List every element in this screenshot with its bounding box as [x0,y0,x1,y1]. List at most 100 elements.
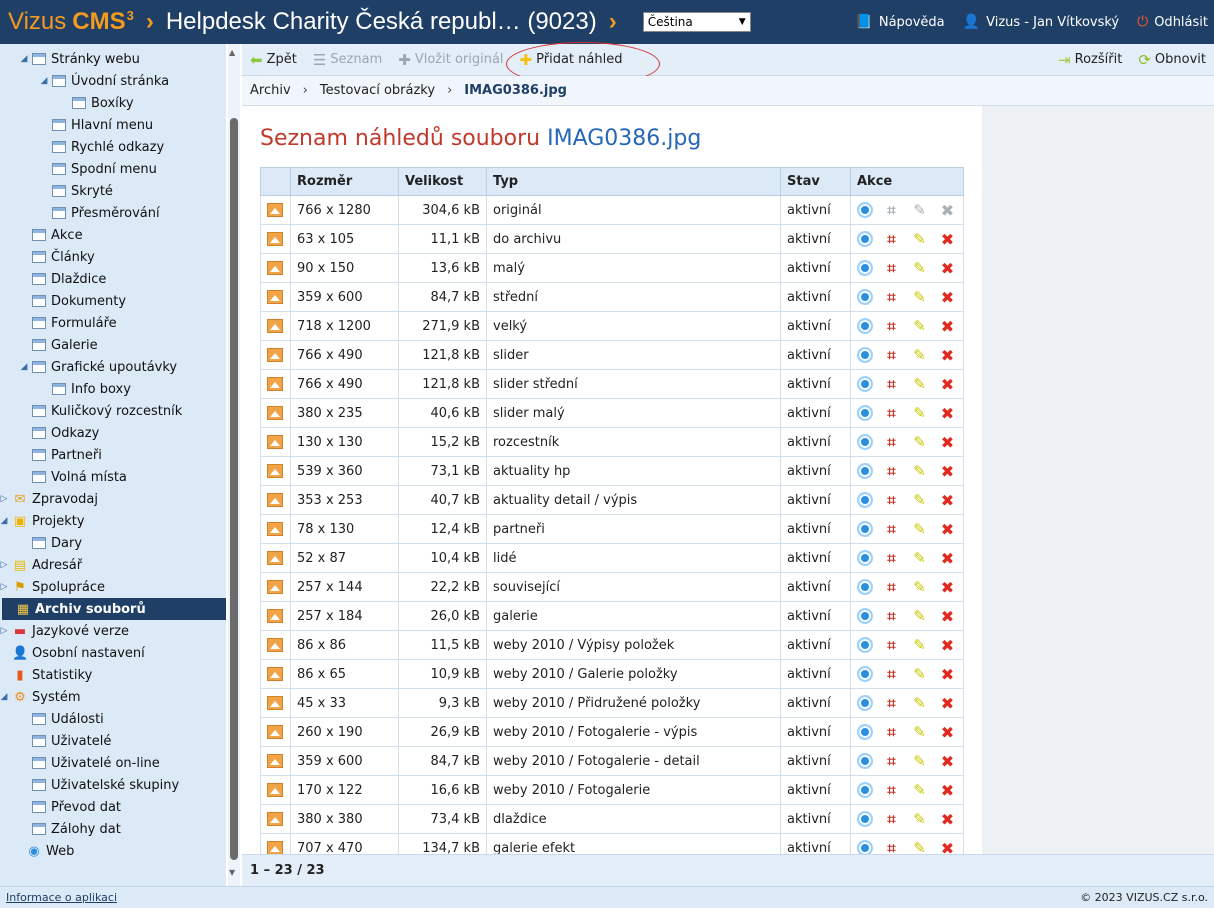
pencil-icon[interactable]: ✎ [910,230,929,249]
crop-icon[interactable]: ⌗ [882,462,901,481]
delete-icon[interactable]: ✖ [938,317,957,336]
sidebar-scroll-thumb[interactable] [230,118,238,860]
view-icon[interactable] [857,666,873,682]
sidebar-item[interactable]: Galerie [19,334,98,356]
view-icon[interactable] [857,289,873,305]
delete-icon[interactable]: ✖ [938,752,957,771]
crop-icon[interactable]: ⌗ [882,810,901,829]
crop-icon[interactable]: ⌗ [882,259,901,278]
crop-icon[interactable]: ⌗ [882,346,901,365]
view-icon[interactable] [857,695,873,711]
sidebar-item[interactable]: ◢ ▣ Projekty [0,510,85,532]
crop-icon[interactable]: ⌗ [882,549,901,568]
sidebar-item[interactable]: Formuláře [19,312,117,334]
sidebar-item[interactable]: ▷ ▬ Jazykové verze [0,620,130,642]
pencil-icon[interactable]: ✎ [910,694,929,713]
delete-icon[interactable]: ✖ [938,346,957,365]
sidebar-item[interactable]: Uživatelé [19,730,111,752]
view-icon[interactable] [857,376,873,392]
delete-icon[interactable]: ✖ [938,201,957,220]
pencil-icon[interactable]: ✎ [910,317,929,336]
delete-icon[interactable]: ✖ [938,491,957,510]
pencil-icon[interactable]: ✎ [910,723,929,742]
crop-icon[interactable]: ⌗ [882,433,901,452]
sidebar-item[interactable]: Přesměrování [39,202,160,224]
refresh-button[interactable]: ⟳ Obnovit [1138,51,1214,69]
delete-icon[interactable]: ✖ [938,607,957,626]
delete-icon[interactable]: ✖ [938,404,957,423]
pencil-icon[interactable]: ✎ [910,288,929,307]
expand-toggle-icon[interactable]: ▷ [0,582,9,592]
expand-toggle-icon[interactable]: ▷ [0,626,9,636]
expand-toggle-icon[interactable]: ◢ [39,76,49,86]
sidebar-item[interactable]: ▮ Statistiky [0,664,92,686]
sidebar-item[interactable]: Odkazy [19,422,99,444]
crop-icon[interactable]: ⌗ [882,723,901,742]
pencil-icon[interactable]: ✎ [910,433,929,452]
sidebar-item[interactable]: Kuličkový rozcestník [19,400,182,422]
pencil-icon[interactable]: ✎ [910,491,929,510]
delete-icon[interactable]: ✖ [938,288,957,307]
view-icon[interactable] [857,550,873,566]
crop-icon[interactable]: ⌗ [882,404,901,423]
delete-icon[interactable]: ✖ [938,375,957,394]
pencil-icon[interactable]: ✎ [910,752,929,771]
view-icon[interactable] [857,579,873,595]
view-icon[interactable] [857,753,873,769]
expand-toggle-icon[interactable]: ▷ [0,560,9,570]
crop-icon[interactable]: ⌗ [882,288,901,307]
delete-icon[interactable]: ✖ [938,665,957,684]
logout-link[interactable]: ⏻ Odhlásit [1137,14,1208,30]
pencil-icon[interactable]: ✎ [910,549,929,568]
pencil-icon[interactable]: ✎ [910,404,929,423]
pencil-icon[interactable]: ✎ [910,781,929,800]
sidebar-item[interactable]: Akce [19,224,83,246]
delete-icon[interactable]: ✖ [938,839,957,855]
sidebar-item[interactable]: 👤 Osobní nastavení [0,642,145,664]
crop-icon[interactable]: ⌗ [882,665,901,684]
crop-icon[interactable]: ⌗ [882,636,901,655]
column-header-state[interactable]: Stav [780,167,851,196]
delete-icon[interactable]: ✖ [938,230,957,249]
delete-icon[interactable]: ✖ [938,723,957,742]
sidebar-item[interactable]: ▦ Archiv souborů [2,598,226,620]
list-button[interactable]: ☰ Seznam [313,51,390,69]
expand-toggle-icon[interactable]: ◢ [19,362,29,372]
sidebar-item[interactable]: Volná místa [19,466,127,488]
expand-button[interactable]: ⇥ Rozšířit [1058,51,1130,69]
crop-icon[interactable]: ⌗ [882,520,901,539]
column-header-size[interactable]: Velikost [398,167,487,196]
language-select[interactable]: Čeština ▼ [642,12,751,32]
delete-icon[interactable]: ✖ [938,259,957,278]
view-icon[interactable] [857,202,873,218]
sidebar-item[interactable]: ◢ Grafické upoutávky [19,356,178,378]
site-title[interactable]: Helpdesk Charity Česká republ… (9023) [166,8,597,36]
pencil-icon[interactable]: ✎ [910,839,929,854]
crop-icon[interactable]: ⌗ [882,694,901,713]
expand-toggle-icon[interactable]: ▷ [0,494,9,504]
scroll-down-icon[interactable]: ▼ [229,868,235,877]
sidebar-item[interactable]: Zálohy dat [19,818,121,840]
crop-icon[interactable]: ⌗ [882,578,901,597]
sidebar-item[interactable]: Partneři [19,444,102,466]
sidebar-item[interactable]: ◉ Web [13,840,74,862]
sidebar-item[interactable]: Dlaždice [19,268,106,290]
pencil-icon[interactable]: ✎ [910,607,929,626]
sidebar-item[interactable]: ▷ ⚑ Spolupráce [0,576,106,598]
about-link[interactable]: Informace o aplikaci [6,891,117,904]
sidebar-item[interactable]: Dary [19,532,82,554]
back-button[interactable]: ⬅ Zpět [250,51,305,69]
expand-toggle-icon[interactable]: ◢ [19,54,29,64]
pencil-icon[interactable]: ✎ [910,346,929,365]
view-icon[interactable] [857,782,873,798]
sidebar-item[interactable]: ◢ Stránky webu [19,48,140,70]
delete-icon[interactable]: ✖ [938,694,957,713]
crop-icon[interactable]: ⌗ [882,781,901,800]
breadcrumb-item[interactable]: Archiv [250,83,291,98]
view-icon[interactable] [857,405,873,421]
add-preview-button[interactable]: ✚ Přidat náhled [520,51,631,69]
pencil-icon[interactable]: ✎ [910,520,929,539]
pencil-icon[interactable]: ✎ [910,810,929,829]
sidebar-item[interactable]: Převod dat [19,796,121,818]
delete-icon[interactable]: ✖ [938,781,957,800]
